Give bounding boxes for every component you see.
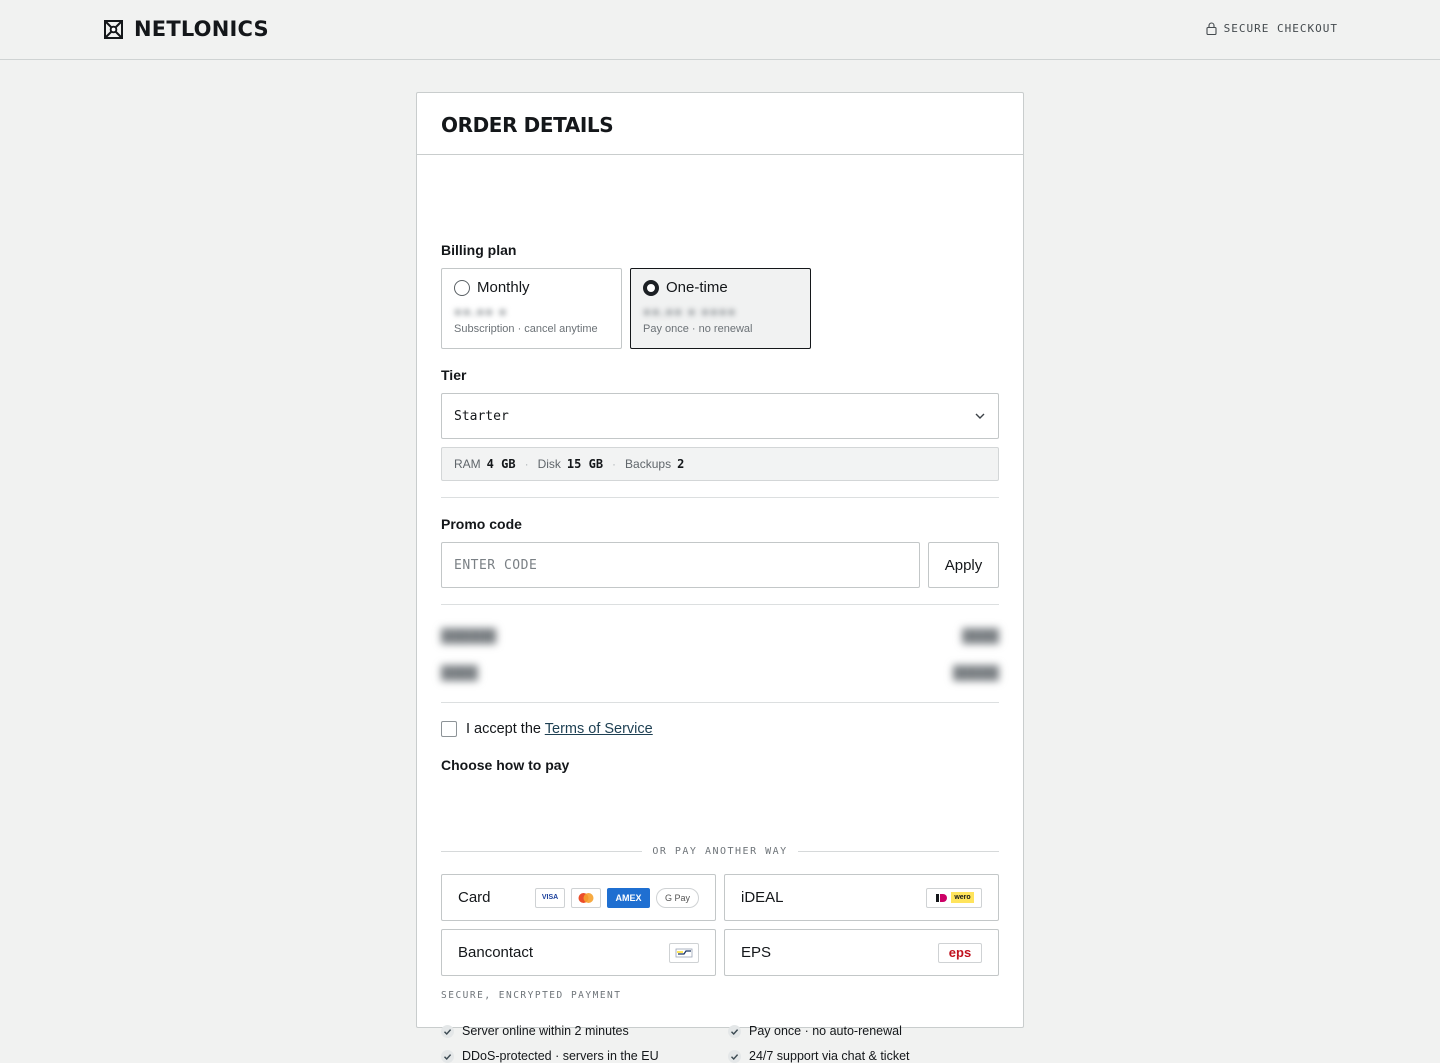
spec-ram-value: 4 GB [486, 457, 516, 471]
plan-option-one-time[interactable]: One-time ●●.●● ● ●●●● Pay once · no rene… [630, 268, 811, 349]
check-icon [441, 1049, 454, 1063]
feature-item: Server online within 2 minutes [441, 1024, 629, 1038]
brand-name: NETLONICS [134, 17, 269, 41]
visa-icon: VISA [535, 887, 565, 908]
feature-text: 24/7 support via chat & ticket [749, 1049, 910, 1063]
check-icon [728, 1049, 741, 1063]
plan-name: Monthly [477, 279, 530, 296]
choose-payment-label: Choose how to pay [441, 757, 570, 773]
ideal-wero-icon: wero [926, 887, 982, 908]
summary-total-blurred: ████ █████ [441, 665, 999, 680]
card-brand-badges: VISA AMEX G Pay [535, 887, 699, 908]
plan-price-blurred: ●●.●● ● [454, 304, 508, 319]
check-icon [441, 1024, 454, 1038]
divider-line [441, 850, 643, 852]
or-pay-another-way-label: OR PAY ANOTHER WAY [652, 845, 788, 857]
billing-plan-label: Billing plan [441, 242, 517, 258]
plan-note: Pay once · no renewal [643, 323, 753, 335]
terms-checkbox[interactable] [441, 721, 457, 737]
payment-method-name: Card [458, 889, 491, 906]
apply-promo-button[interactable]: Apply [928, 542, 999, 588]
check-icon [728, 1024, 741, 1038]
wero-icon: wero [951, 892, 974, 903]
promo-code-input[interactable] [441, 542, 920, 588]
spec-disk-label: Disk [537, 457, 561, 471]
lock-icon [1206, 22, 1217, 35]
payment-method-card[interactable]: Card VISA AMEX G Pay [441, 874, 716, 921]
payment-method-eps[interactable]: EPS eps [724, 929, 999, 976]
divider [441, 497, 999, 498]
terms-prefix: I accept the [466, 721, 541, 737]
spec-backups-value: 2 [677, 457, 685, 471]
radio-monthly[interactable] [454, 279, 470, 296]
bancontact-mark-icon [675, 948, 693, 957]
payment-method-name: EPS [741, 944, 772, 961]
terms-acceptance: I accept the Terms of Service [441, 721, 653, 737]
payment-method-name: Bancontact [458, 944, 534, 961]
brand-logo[interactable]: NETLONICS [104, 17, 269, 41]
terms-of-service-link[interactable]: Terms of Service [545, 721, 653, 737]
tier-specs-bar: RAM 4 GB · Disk 15 GB · Backups 2 [441, 447, 999, 481]
payment-method-ideal[interactable]: iDEAL wero [724, 874, 999, 921]
secure-payment-note: SECURE, ENCRYPTED PAYMENT [441, 990, 622, 1001]
tier-select[interactable]: Starter [441, 393, 999, 439]
plan-name: One-time [666, 279, 728, 296]
or-pay-another-way-divider: OR PAY ANOTHER WAY [441, 845, 999, 857]
mastercard-icon [571, 887, 601, 908]
separator-dot: · [524, 457, 529, 471]
feature-text: Server online within 2 minutes [462, 1024, 629, 1038]
feature-item: 24/7 support via chat & ticket [728, 1049, 910, 1063]
summary-row-blurred: ██████ ████ [441, 628, 999, 643]
divider [441, 702, 999, 703]
google-pay-icon: G Pay [656, 887, 699, 908]
card-header: ORDER DETAILS [417, 93, 1023, 155]
top-bar: NETLONICS SECURE CHECKOUT [0, 0, 1440, 60]
spec-disk-value: 15 GB [566, 457, 604, 471]
page-title: ORDER DETAILS [441, 113, 614, 137]
plan-price-blurred: ●●.●● ● ●●●● [643, 304, 737, 319]
radio-one-time[interactable] [643, 279, 659, 296]
terms-text: I accept the Terms of Service [466, 721, 653, 737]
order-details-card: ORDER DETAILS Billing plan Monthly ●●.●●… [416, 92, 1024, 1063]
plan-option-monthly[interactable]: Monthly ●●.●● ● Subscription · cancel an… [441, 268, 622, 349]
secure-checkout-indicator: SECURE CHECKOUT [1206, 22, 1338, 35]
separator-dot: · [612, 457, 617, 471]
amex-icon: AMEX [607, 887, 650, 908]
eps-icon: eps [938, 942, 982, 963]
bancontact-icon [669, 942, 699, 963]
payment-method-name: iDEAL [741, 889, 784, 906]
divider [441, 604, 999, 605]
mastercard-circles-icon [578, 892, 594, 903]
tier-label: Tier [441, 367, 467, 383]
ideal-icon [934, 891, 949, 904]
payment-method-bancontact[interactable]: Bancontact [441, 929, 716, 976]
plan-note: Subscription · cancel anytime [454, 323, 598, 335]
spec-backups-label: Backups [625, 457, 672, 471]
tier-select-value: Starter [454, 408, 509, 424]
feature-item: Pay once · no auto-renewal [728, 1024, 902, 1038]
feature-text: Pay once · no auto-renewal [749, 1024, 902, 1038]
secure-checkout-label: SECURE CHECKOUT [1223, 22, 1338, 35]
netlonics-logo-icon [104, 19, 123, 39]
spec-ram-label: RAM [454, 457, 481, 471]
feature-text: DDoS-protected · servers in the EU [462, 1049, 659, 1063]
promo-code-label: Promo code [441, 516, 522, 532]
divider-line [797, 850, 999, 852]
feature-item: DDoS-protected · servers in the EU [441, 1049, 659, 1063]
chevron-down-icon [975, 413, 985, 419]
